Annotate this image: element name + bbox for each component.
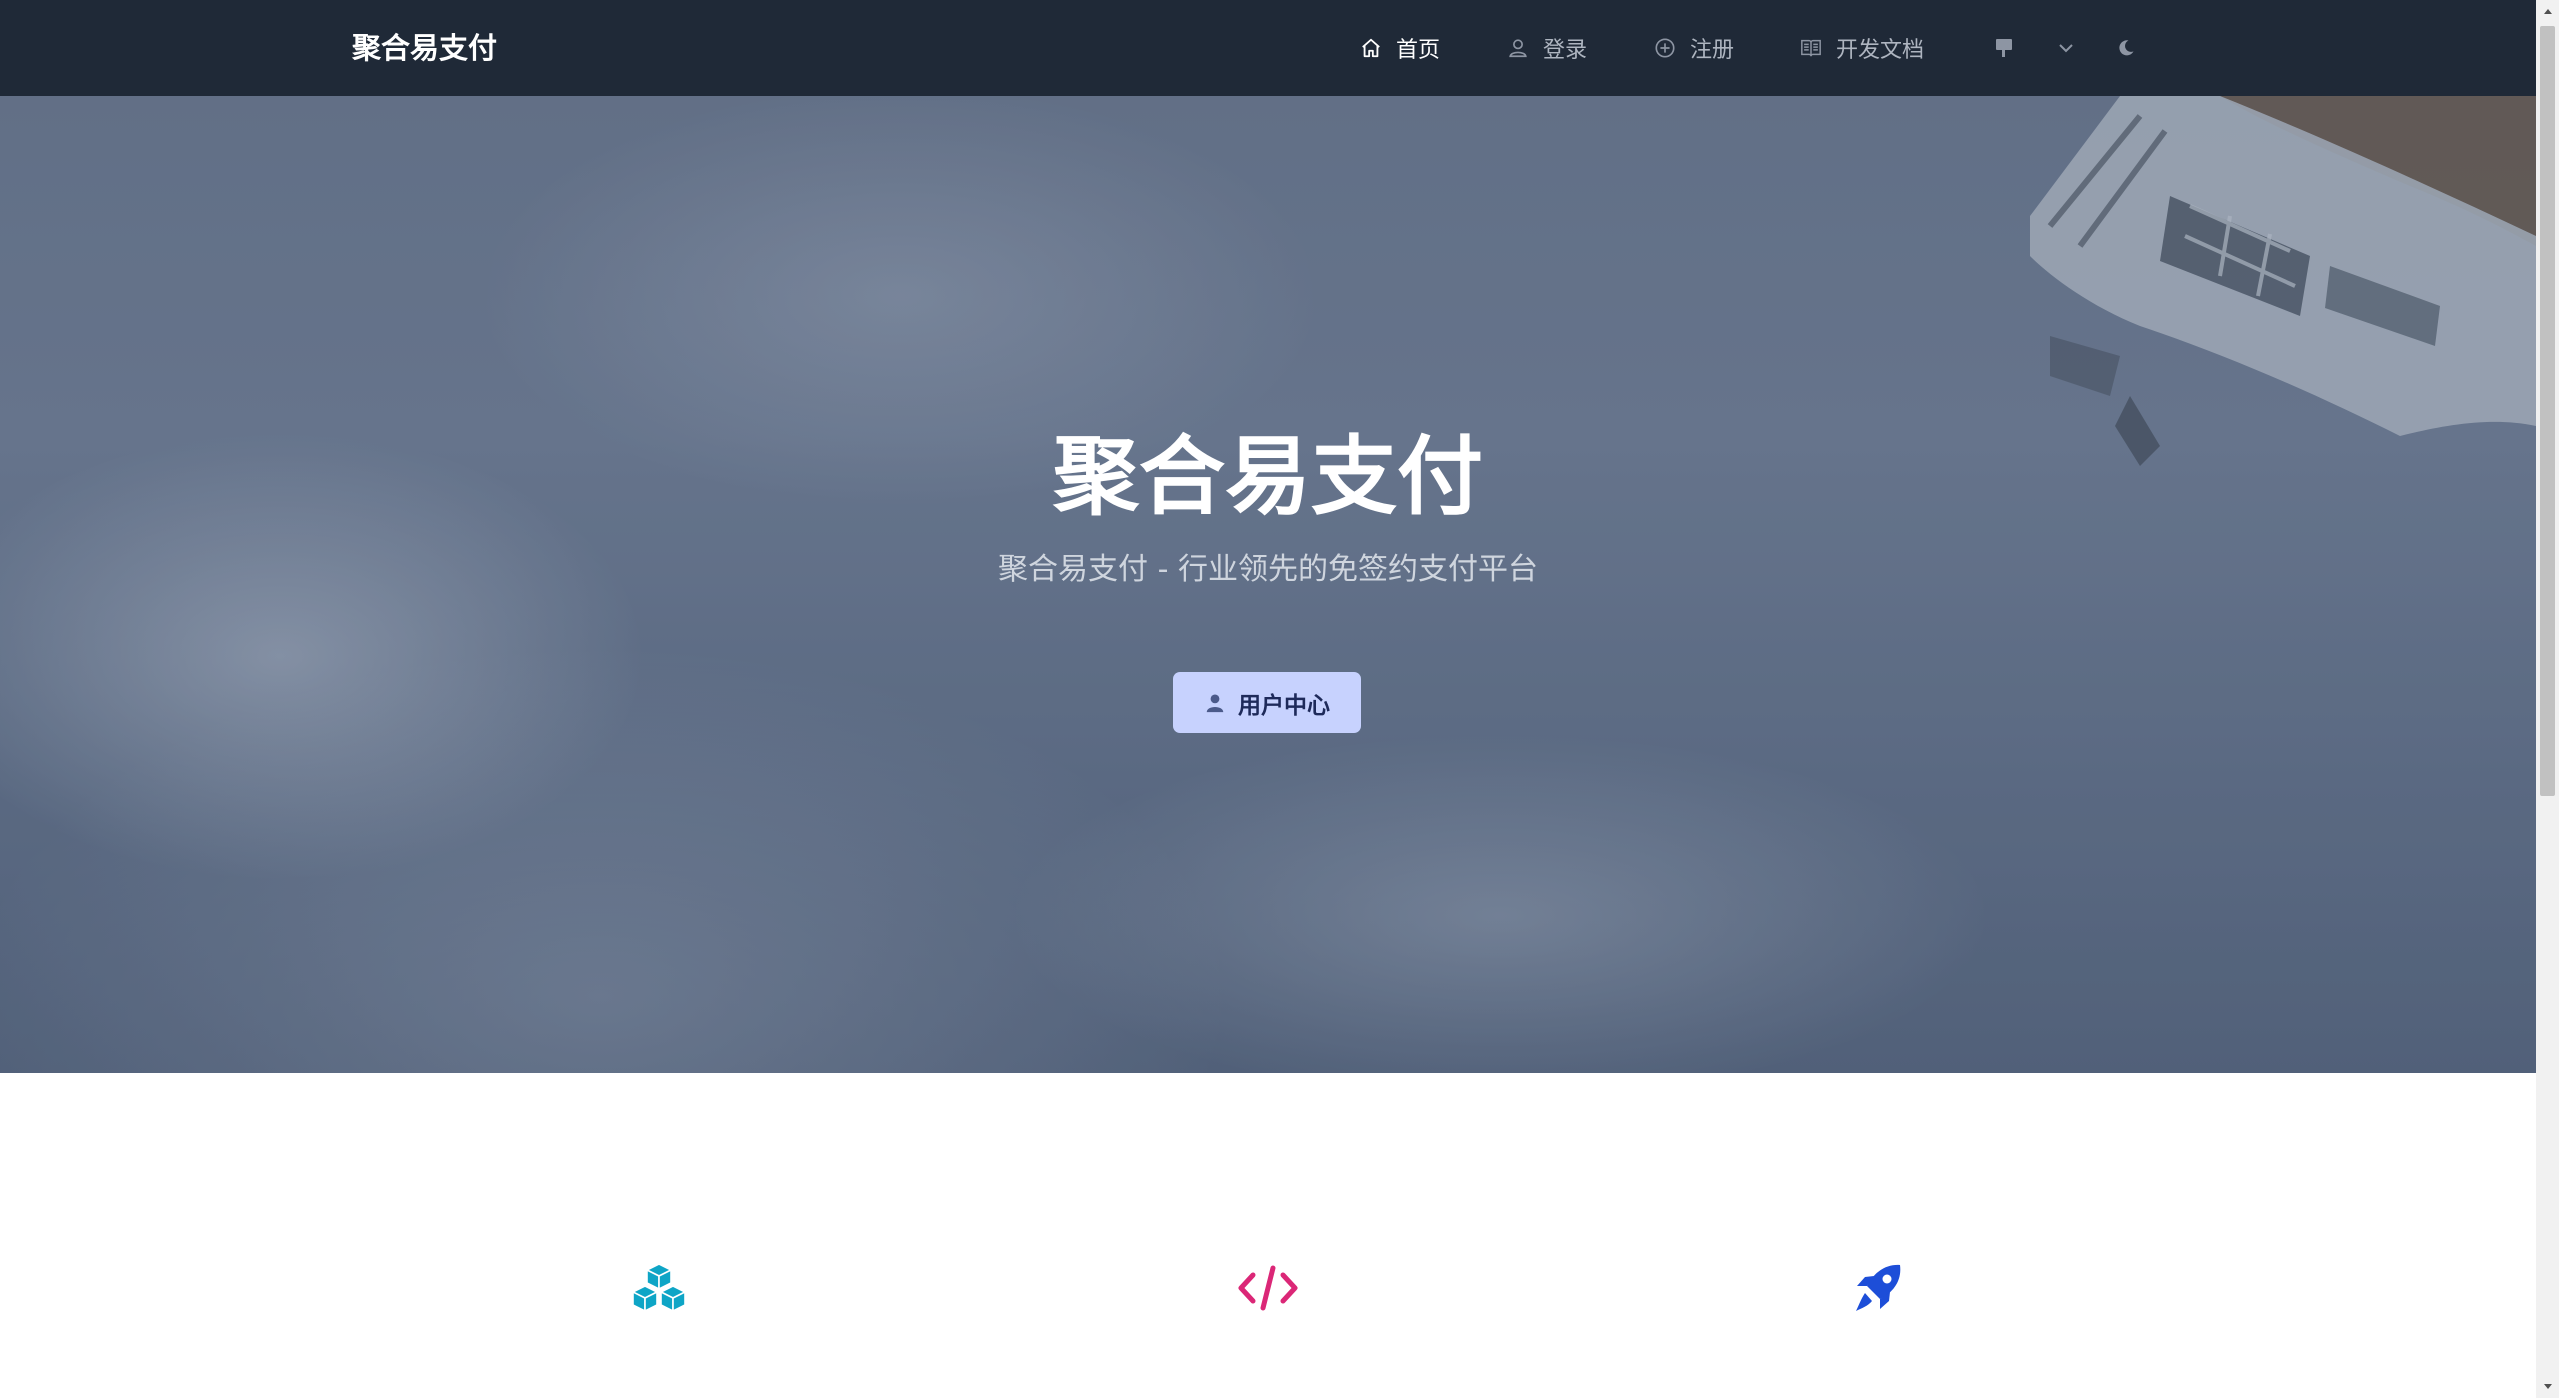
user-center-button-label: 用户中心 — [1238, 692, 1330, 719]
nav-login-label: 登录 — [1543, 38, 1588, 63]
language-flag-icon — [1996, 39, 2012, 57]
user-center-button[interactable]: 用户中心 — [1173, 672, 1361, 733]
hero-subtitle: 聚合易支付 - 行业领先的免签约支付平台 — [998, 552, 1538, 587]
nav-docs[interactable]: 开发文档 — [1800, 30, 1924, 66]
brand-logo-text[interactable]: 聚合易支付 — [352, 28, 497, 68]
book-icon — [1801, 39, 1821, 57]
nav-register[interactable]: 注册 — [1654, 30, 1734, 66]
hero-banner: 聚合易支付 聚合易支付 - 行业领先的免签约支付平台 用户中心 — [0, 96, 2536, 1073]
page-scrollbar[interactable] — [2536, 0, 2559, 1398]
moon-icon — [2119, 40, 2134, 56]
language-switcher[interactable] — [1994, 30, 2074, 66]
scrollbar-thumb[interactable] — [2540, 26, 2555, 796]
nav-register-label: 注册 — [1690, 38, 1735, 63]
code-icon — [1238, 1265, 1298, 1311]
plus-circle-icon — [1655, 38, 1675, 58]
cubes-icon — [632, 1263, 686, 1312]
hero-title: 聚合易支付 — [1053, 427, 1483, 527]
nav-home[interactable]: 首页 — [1360, 30, 1440, 66]
nav-home-label: 首页 — [1396, 38, 1441, 63]
top-navbar: 聚合易支付 首页 登录 注册 开发文档 — [0, 0, 2536, 96]
scroll-up-arrow-icon[interactable] — [2536, 0, 2559, 22]
nav-login[interactable]: 登录 — [1507, 30, 1587, 66]
scroll-down-arrow-icon[interactable] — [2536, 1376, 2559, 1398]
nav-docs-label: 开发文档 — [1836, 38, 1925, 63]
home-icon — [1362, 38, 1380, 58]
user-icon — [1206, 693, 1224, 712]
chevron-down-icon — [2059, 44, 2073, 53]
theme-toggle[interactable] — [2116, 30, 2136, 66]
rocket-icon — [1856, 1264, 1901, 1311]
user-icon — [1509, 39, 1527, 58]
